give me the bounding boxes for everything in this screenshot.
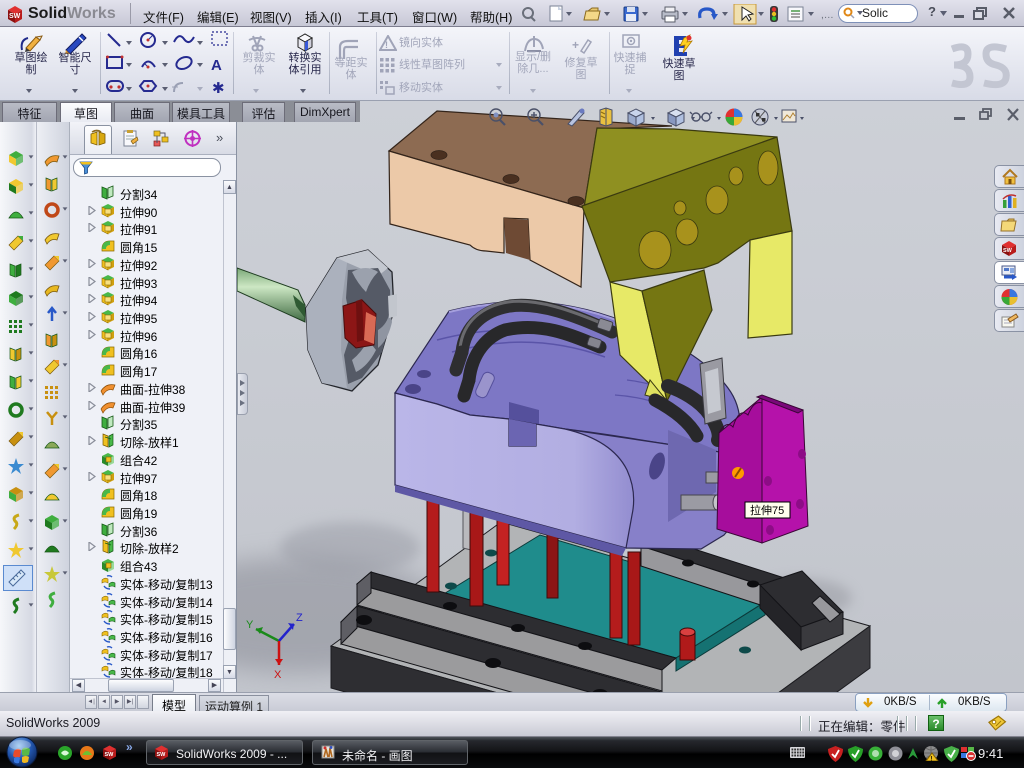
- svg-text:!: !: [385, 40, 388, 50]
- svg-text:A: A: [211, 57, 222, 74]
- svg-text:+: +: [572, 38, 579, 52]
- svg-text:SW: SW: [105, 752, 115, 758]
- svg-text:!: !: [930, 757, 932, 762]
- svg-text:✱: ✱: [212, 80, 225, 96]
- svg-text:Y: Y: [246, 619, 254, 631]
- svg-text:拉伸75: 拉伸75: [750, 503, 784, 517]
- svg-text:SW: SW: [1003, 248, 1013, 254]
- svg-text:,…: ,…: [821, 10, 834, 21]
- svg-text:X: X: [274, 669, 282, 681]
- svg-text:SW: SW: [157, 752, 167, 758]
- svg-text:Z: Z: [296, 612, 303, 624]
- svg-text:SW: SW: [9, 13, 21, 20]
